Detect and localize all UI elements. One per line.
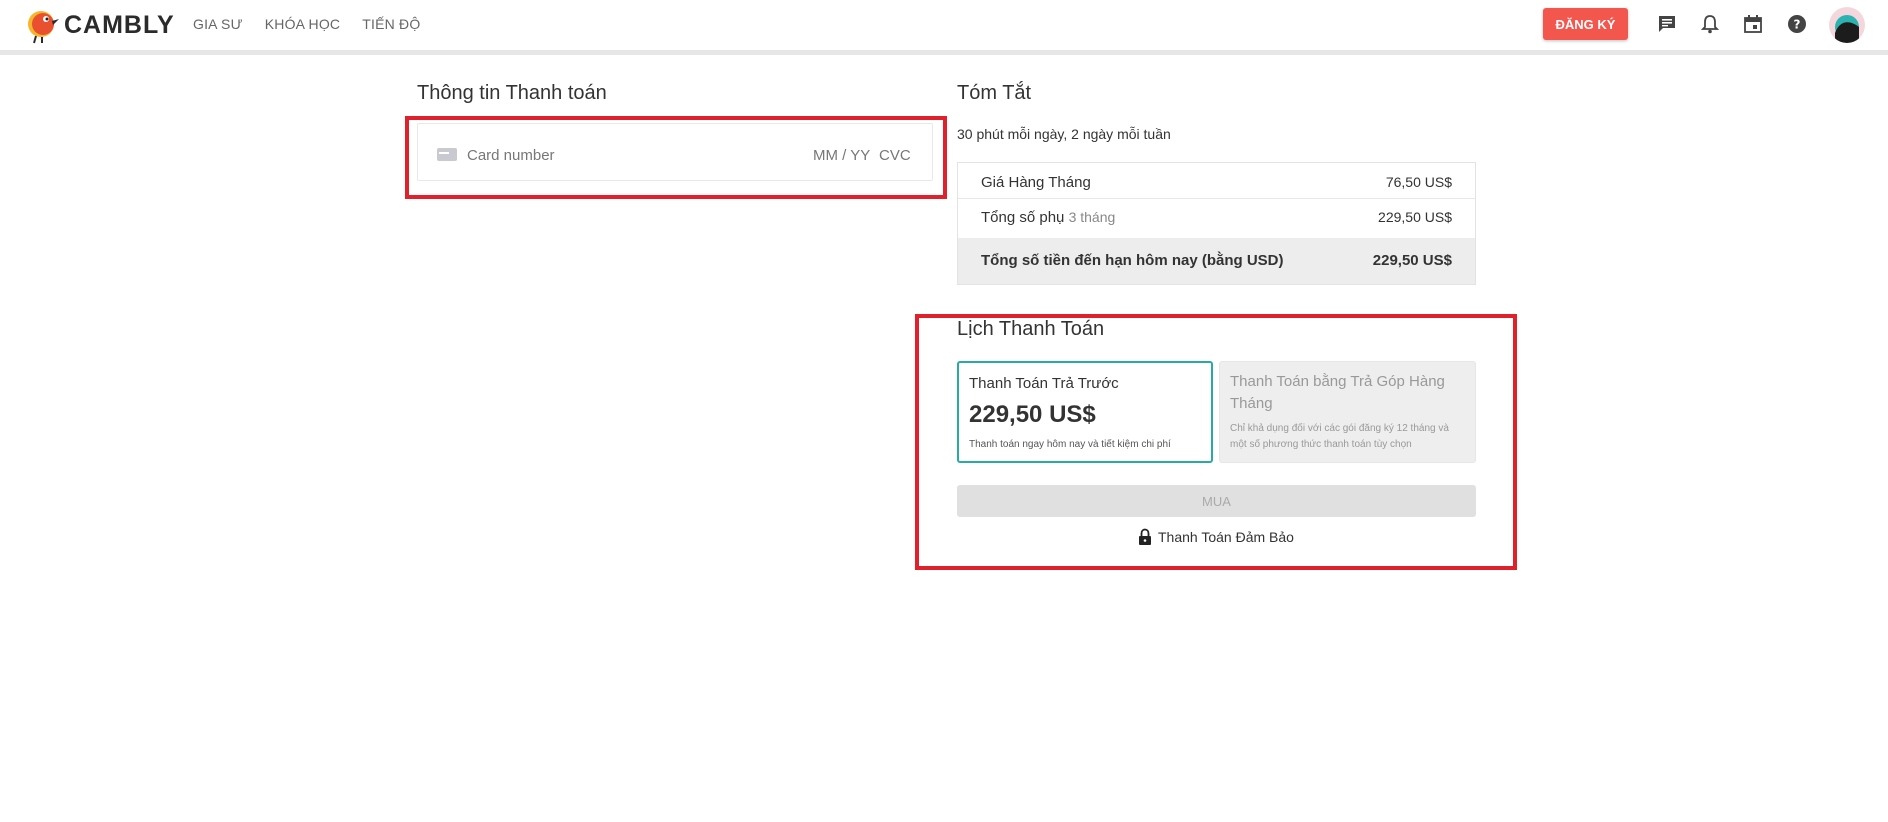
card-field-container	[417, 123, 933, 181]
summary-row-monthly: Giá Hàng Tháng 76,50 US$	[958, 163, 1475, 199]
summary-row-total: Tổng số tiền đến hạn hôm nay (bằng USD) …	[958, 238, 1475, 284]
nav-progress[interactable]: TIẾN ĐỘ	[362, 16, 420, 32]
schedule-title: Lịch Thanh Toán	[957, 318, 1105, 340]
prepay-title: Thanh Toán Trả Trước	[969, 375, 1119, 392]
card-number-input[interactable]	[465, 142, 749, 168]
subtotal-period: 3 tháng	[1068, 209, 1116, 225]
subtotal-label: Tổng số phụ	[981, 209, 1065, 226]
prepay-note: Thanh toán ngay hôm nay và tiết kiệm chi…	[969, 439, 1171, 450]
nav-tutors[interactable]: GIA SƯ	[193, 16, 243, 32]
subtotal-value: 229,50 US$	[1378, 209, 1452, 225]
installment-option-card[interactable]: Thanh Toán bằng Trả Góp Hàng Tháng Chỉ k…	[1219, 361, 1476, 463]
prepay-option-card[interactable]: Thanh Toán Trả Trước 229,50 US$ Thanh to…	[957, 361, 1213, 463]
credit-card-icon	[437, 148, 457, 161]
monthly-price-value: 76,50 US$	[1385, 174, 1452, 190]
buy-button[interactable]: MUA	[957, 485, 1476, 517]
card-expiry-input[interactable]	[811, 142, 875, 168]
summary-title: Tóm Tắt	[957, 82, 1032, 104]
chat-icon[interactable]	[1656, 13, 1678, 35]
calendar-icon[interactable]	[1742, 13, 1764, 35]
summary-table: Giá Hàng Tháng 76,50 US$ Tổng số phụ 3 t…	[957, 162, 1476, 285]
monthly-price-label: Giá Hàng Tháng	[981, 174, 1091, 191]
svg-text:?: ?	[1794, 18, 1801, 32]
bell-icon[interactable]	[1699, 13, 1721, 35]
total-due-value: 229,50 US$	[1372, 252, 1452, 269]
top-header: CAMBLY GIA SƯ KHÓA HỌC TIẾN ĐỘ ĐĂNG KÝ ?	[0, 0, 1888, 55]
secure-payment-label: Thanh Toán Đảm Bảo	[1158, 529, 1294, 545]
payment-info-title: Thông tin Thanh toán	[417, 82, 607, 104]
nav-courses[interactable]: KHÓA HỌC	[265, 16, 341, 32]
help-icon[interactable]: ?	[1786, 13, 1808, 35]
installment-title: Thanh Toán bằng Trả Góp Hàng Tháng	[1230, 373, 1445, 412]
bird-logo-icon	[26, 6, 60, 44]
brand-name: CAMBLY	[64, 10, 175, 39]
subtotal-label-wrap: Tổng số phụ 3 tháng	[981, 209, 1115, 226]
user-avatar[interactable]	[1829, 7, 1865, 43]
summary-row-subtotal: Tổng số phụ 3 tháng 229,50 US$	[958, 199, 1475, 236]
installment-desc: Chỉ khả dụng đối với các gói đăng ký 12 …	[1230, 423, 1449, 450]
secure-payment: Thanh Toán Đảm Bảo	[1138, 527, 1294, 547]
prepay-price: 229,50 US$	[969, 401, 1096, 428]
total-due-label: Tổng số tiền đến hạn hôm nay (bằng USD)	[981, 252, 1284, 269]
card-cvc-input[interactable]	[877, 142, 921, 168]
main-nav: GIA SƯ KHÓA HỌC TIẾN ĐỘ	[193, 16, 442, 32]
plan-description: 30 phút mỗi ngày, 2 ngày mỗi tuần	[957, 126, 1171, 142]
cambly-logo[interactable]: CAMBLY	[26, 5, 175, 45]
lock-icon	[1138, 528, 1152, 546]
signup-button[interactable]: ĐĂNG KÝ	[1543, 8, 1628, 40]
